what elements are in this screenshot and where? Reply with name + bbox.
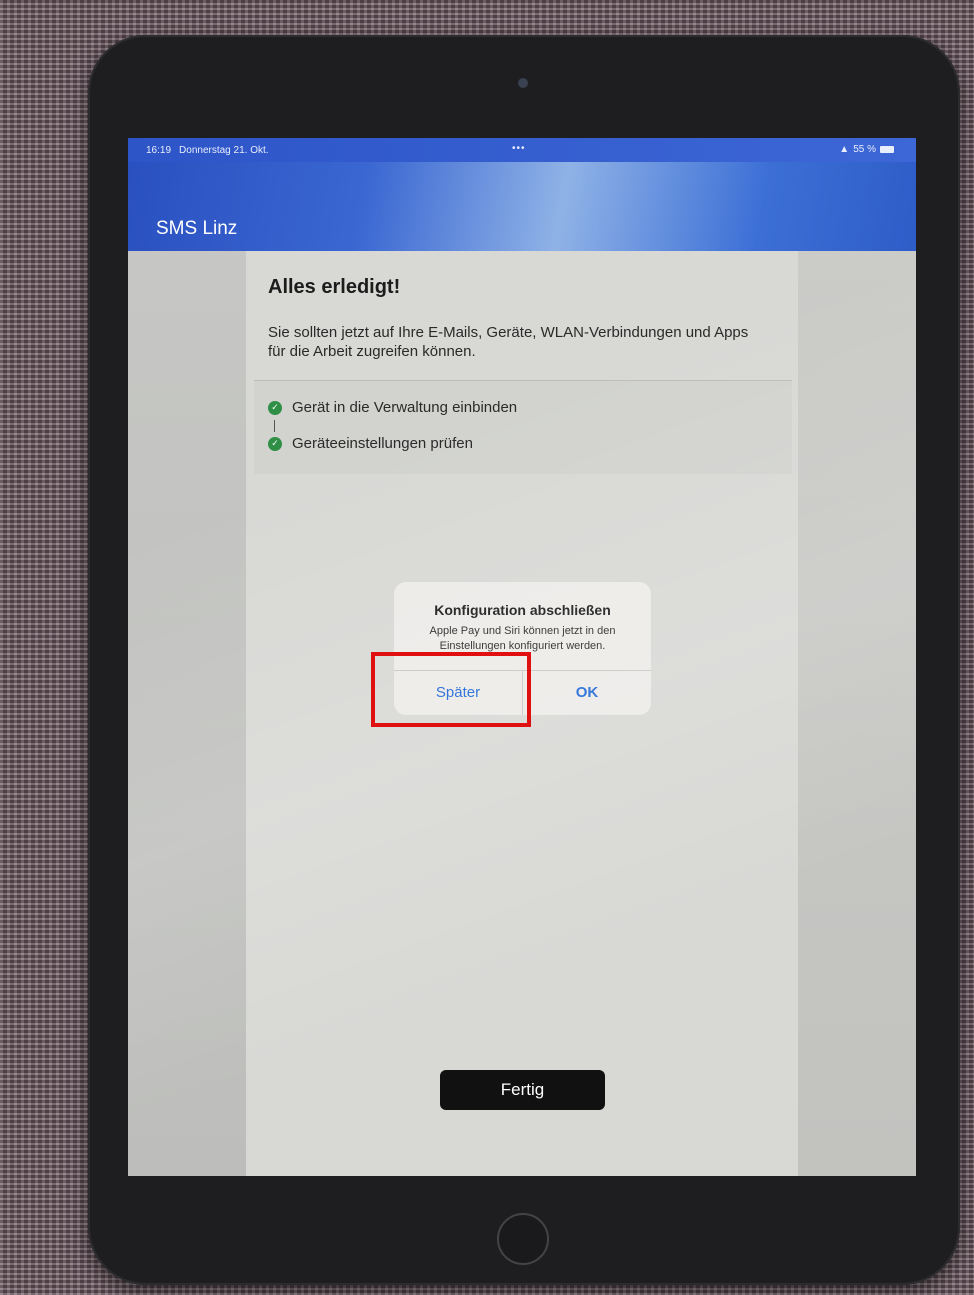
battery-icon <box>880 146 894 153</box>
highlight-box <box>371 652 531 727</box>
dialog-title: Konfiguration abschließen <box>434 602 611 618</box>
step-connector <box>274 420 275 432</box>
step-item-check-settings: ✓ Geräteeinstellungen prüfen <box>268 435 473 452</box>
step-label: Gerät in die Verwaltung einbinden <box>292 399 518 416</box>
ok-button[interactable]: OK <box>523 670 651 715</box>
dialog-message: Apple Pay und Siri können jetzt in den E… <box>429 625 616 652</box>
home-button[interactable] <box>497 1213 549 1265</box>
checkmark-icon: ✓ <box>268 400 282 415</box>
wifi-icon: ▲ <box>839 144 850 155</box>
checkmark-icon: ✓ <box>268 436 282 451</box>
left-margin <box>128 251 246 1176</box>
right-margin <box>798 251 916 1176</box>
steps-list: ✓ Gerät in die Verwaltung einbinden ✓ Ge… <box>254 380 792 474</box>
page-title: Alles erledigt! <box>268 276 401 298</box>
battery-percentage: 55 % <box>853 144 876 155</box>
page-description: Sie sollten jetzt auf Ihre E-Mails, Gerä… <box>268 324 749 360</box>
status-bar: 16:19 Donnerstag 21. Okt. ••• ▲ 55 % <box>128 138 916 162</box>
front-camera <box>518 78 528 88</box>
status-date: Donnerstag 21. Okt. <box>179 144 269 156</box>
step-label: Geräteeinstellungen prüfen <box>292 435 473 452</box>
done-button[interactable]: Fertig <box>440 1070 605 1110</box>
status-time: 16:19 <box>146 144 172 156</box>
multitask-dots[interactable]: ••• <box>512 143 526 154</box>
header-title: SMS Linz <box>156 218 238 239</box>
status-right: ▲ 55 % <box>839 144 894 155</box>
step-item-enroll: ✓ Gerät in die Verwaltung einbinden <box>268 399 517 416</box>
app-header: SMS Linz <box>128 162 916 251</box>
